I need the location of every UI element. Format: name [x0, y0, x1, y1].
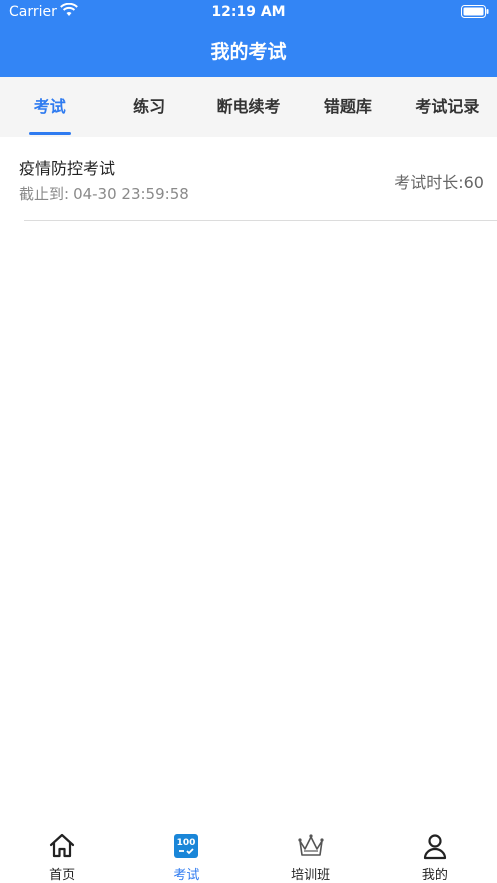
page-title: 我的考试	[210, 41, 287, 63]
tabbar-label: 考试	[173, 868, 200, 883]
tabbar-label: 我的	[421, 868, 448, 883]
tab-resume-exam[interactable]: 断电续考	[199, 77, 298, 137]
tab-exam[interactable]: 考试	[0, 77, 99, 137]
tab-practice[interactable]: 练习	[99, 77, 198, 137]
tab-wrong-questions[interactable]: 错题库	[298, 77, 397, 137]
svg-text:100: 100	[177, 838, 196, 848]
person-icon	[423, 834, 446, 860]
exam-100-icon: 100	[174, 834, 199, 858]
status-time: 12:19 AM	[211, 4, 286, 20]
tabbar-training[interactable]: 培训班	[249, 823, 373, 883]
tabbar-mine[interactable]: 我的	[373, 823, 497, 883]
exam-list: 疫情防控考试 截止到: 04-30 23:59:58 考试时长:60	[0, 137, 497, 221]
status-bar: Carrier 12:19 AM	[0, 0, 497, 26]
exam-tabs: 考试 练习 断电续考 错题库 考试记录	[0, 77, 497, 137]
exam-deadline: 截止到: 04-30 23:59:58	[19, 183, 189, 204]
exam-duration: 考试时长:60	[394, 173, 484, 192]
deadline-value: 04-30 23:59:58	[73, 185, 189, 203]
exam-list-item[interactable]: 疫情防控考试 截止到: 04-30 23:59:58 考试时长:60	[0, 137, 497, 221]
home-icon	[50, 833, 75, 858]
crown-icon	[298, 834, 324, 856]
tabbar-home[interactable]: 首页	[0, 823, 124, 883]
tabbar-exam[interactable]: 100 考试	[124, 823, 248, 883]
bottom-tab-bar: 首页 100 考试 培训班 我的	[0, 823, 497, 883]
list-divider	[24, 220, 497, 221]
app-header: Carrier 12:19 AM 我的考试	[0, 0, 497, 77]
tab-exam-records[interactable]: 考试记录	[398, 77, 497, 137]
deadline-label: 截止到:	[19, 185, 70, 203]
battery-icon	[461, 5, 489, 18]
tabbar-label: 培训班	[291, 868, 331, 883]
tabbar-label: 首页	[49, 868, 76, 883]
exam-name: 疫情防控考试	[19, 159, 116, 178]
